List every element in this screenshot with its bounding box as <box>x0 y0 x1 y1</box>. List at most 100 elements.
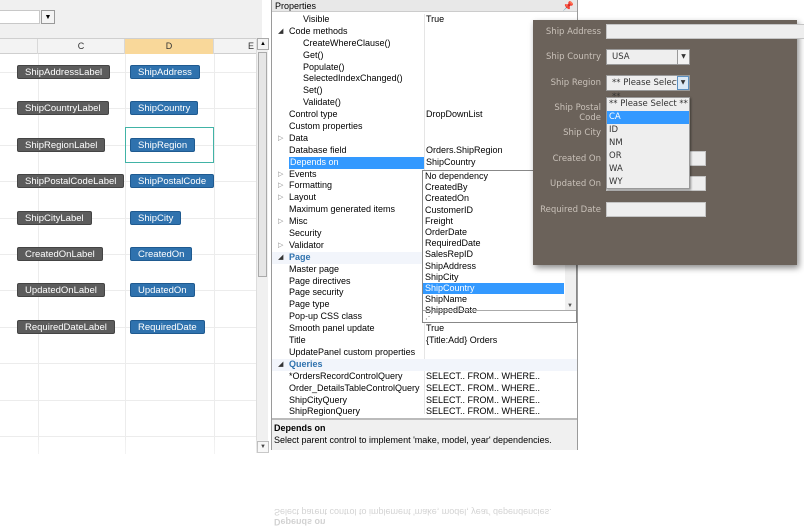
property-value[interactable]: ShipCountry <box>426 157 476 169</box>
column-header-c[interactable]: C <box>38 39 125 54</box>
property-name: Page type <box>289 299 330 310</box>
designer-label-control[interactable]: ShipRegionLabel <box>17 137 106 152</box>
designer-label-control[interactable]: ShipPostalCodeLabel <box>17 174 125 189</box>
toolbar-combo[interactable] <box>0 10 40 24</box>
reflection-title: Depends on <box>274 517 326 527</box>
property-value[interactable]: SELECT.. FROM.. WHERE.. <box>426 383 540 395</box>
dropdown-option[interactable]: ShipCountry <box>423 282 564 295</box>
property-value[interactable]: SELECT.. FROM.. WHERE.. <box>426 395 540 407</box>
arrow-up-icon[interactable]: ▲ <box>257 38 269 50</box>
designer-field-control[interactable]: ShipRegion <box>130 137 196 152</box>
column-header-d[interactable]: D <box>125 39 214 54</box>
expand-icon[interactable]: ▷ <box>278 180 283 192</box>
collapse-icon[interactable]: ◢ <box>278 26 283 38</box>
designer-field-control[interactable]: UpdatedOn <box>130 283 195 298</box>
expand-icon[interactable]: ▷ <box>278 169 283 181</box>
region-option[interactable]: ID <box>607 124 689 137</box>
scrollbar-thumb[interactable] <box>258 52 267 277</box>
property-row[interactable]: ◢ Code methods <box>272 26 577 38</box>
dropdown-option[interactable]: ShipName <box>423 294 564 305</box>
designer-label-control[interactable]: ShipCityLabel <box>17 210 92 225</box>
property-row[interactable]: ShipRegionQuery SELECT.. FROM.. WHERE.. <box>272 406 577 418</box>
property-row[interactable]: Database field Orders.ShipRegion <box>272 145 577 157</box>
properties-title-bar: Properties 📌 <box>272 0 577 12</box>
property-row[interactable]: Validate() <box>272 97 577 109</box>
property-name: Pop-up CSS class <box>289 311 363 322</box>
property-row[interactable]: Smooth panel update True <box>272 323 577 335</box>
property-row[interactable]: *OrdersRecordControlQuery SELECT.. FROM..… <box>272 371 577 383</box>
property-value[interactable]: {Title:Add} Orders <box>426 335 497 347</box>
reflection-text: Select parent control to implement 'make… <box>274 507 552 517</box>
property-row[interactable]: Depends on ShipCountry <box>272 156 577 169</box>
property-row[interactable]: Get() <box>272 50 577 62</box>
text-input[interactable] <box>606 24 804 39</box>
property-row[interactable]: UpdatePanel custom properties <box>272 347 577 359</box>
resize-grip-icon[interactable]: ⋰ <box>423 310 576 322</box>
property-row[interactable]: ▷ Data <box>272 133 577 145</box>
collapse-icon[interactable]: ◢ <box>278 252 283 264</box>
property-row[interactable]: Control type DropDownList <box>272 109 577 121</box>
designer-field-control[interactable]: RequiredDate <box>130 319 205 334</box>
designer-field-control[interactable]: ShipPostalCode <box>130 174 215 189</box>
property-name: Page <box>289 251 311 262</box>
column-header-b[interactable] <box>0 39 38 54</box>
dropdown-option[interactable]: ShipCity <box>423 272 564 283</box>
property-name: Queries <box>289 358 323 369</box>
property-row[interactable]: Title {Title:Add} Orders <box>272 335 577 347</box>
region-option[interactable]: WY <box>607 176 689 189</box>
property-name: ShipRegionQuery <box>289 406 361 417</box>
property-value[interactable]: True <box>426 323 444 335</box>
property-value[interactable]: DropDownList <box>426 109 483 121</box>
designer-field-control[interactable]: ShipCountry <box>130 101 199 116</box>
designer-field-control[interactable]: ShipCity <box>130 210 182 225</box>
property-name: Validate() <box>303 97 341 108</box>
ship-region-select[interactable]: ** Please Select **▼ <box>606 75 690 102</box>
collapse-icon[interactable]: ◢ <box>278 359 283 371</box>
property-value[interactable]: Orders.ShipRegion <box>426 145 503 157</box>
designer-field-control[interactable]: CreatedOn <box>130 247 193 261</box>
ship-country-select[interactable]: USA ▼ <box>606 49 690 65</box>
property-value[interactable]: True <box>426 14 444 26</box>
property-row[interactable]: CreateWhereClause() <box>272 38 577 50</box>
designer-label-control[interactable]: ShipAddressLabel <box>17 65 111 79</box>
chevron-down-icon[interactable]: ▼ <box>677 76 689 90</box>
expand-icon[interactable]: ▷ <box>278 192 283 204</box>
property-name: Title <box>289 335 306 346</box>
property-value[interactable]: SELECT.. FROM.. WHERE.. <box>426 406 540 418</box>
property-name: Formatting <box>289 180 333 191</box>
property-row[interactable]: Custom properties <box>272 121 577 133</box>
designer-label-control[interactable]: UpdatedOnLabel <box>17 283 105 298</box>
reflection-fade <box>0 440 270 530</box>
designer-label-control[interactable]: ShipCountryLabel <box>17 101 109 116</box>
text-input[interactable] <box>606 202 706 217</box>
chevron-down-icon[interactable]: ▼ <box>41 10 55 24</box>
field-label: Created On <box>552 154 601 164</box>
designer-scrollbar[interactable]: ▲ ▼ <box>256 38 269 453</box>
expand-icon[interactable]: ▷ <box>278 240 283 252</box>
property-row[interactable]: Set() <box>272 85 577 97</box>
designer-label-control[interactable]: CreatedOnLabel <box>17 247 103 261</box>
pin-icon[interactable]: 📌 <box>563 0 574 12</box>
region-option[interactable]: NM <box>607 137 689 150</box>
region-option[interactable]: OR <box>607 150 689 163</box>
ship-region-options[interactable]: ** Please Select ** CA ID NM OR WA WY <box>606 97 690 189</box>
designer-label-control[interactable]: RequiredDateLabel <box>17 319 115 334</box>
property-row[interactable]: ShipCityQuery SELECT.. FROM.. WHERE.. <box>272 395 577 407</box>
property-name: UpdatePanel custom properties <box>289 346 416 357</box>
region-option[interactable]: CA <box>607 111 689 124</box>
designer-field-control[interactable]: ShipAddress <box>130 65 200 79</box>
region-option[interactable]: WA <box>607 163 689 176</box>
property-row[interactable]: Order_DetailsTableControlQuery SELECT.. F… <box>272 383 577 395</box>
column-header-e[interactable]: E <box>214 39 257 54</box>
property-row[interactable]: Visible True <box>272 14 577 26</box>
property-category[interactable]: ◢ Queries <box>272 358 577 371</box>
expand-icon[interactable]: ▷ <box>278 133 283 145</box>
arrow-down-icon[interactable]: ▼ <box>567 303 573 309</box>
expand-icon[interactable]: ▷ <box>278 216 283 228</box>
region-option[interactable]: ** Please Select ** <box>607 98 689 111</box>
chevron-down-icon[interactable]: ▼ <box>677 50 689 64</box>
property-row[interactable]: SelectedIndexChanged() <box>272 73 577 85</box>
property-name: Get() <box>303 49 324 60</box>
property-row[interactable]: Populate() <box>272 62 577 74</box>
property-value[interactable]: SELECT.. FROM.. WHERE.. <box>426 371 540 383</box>
